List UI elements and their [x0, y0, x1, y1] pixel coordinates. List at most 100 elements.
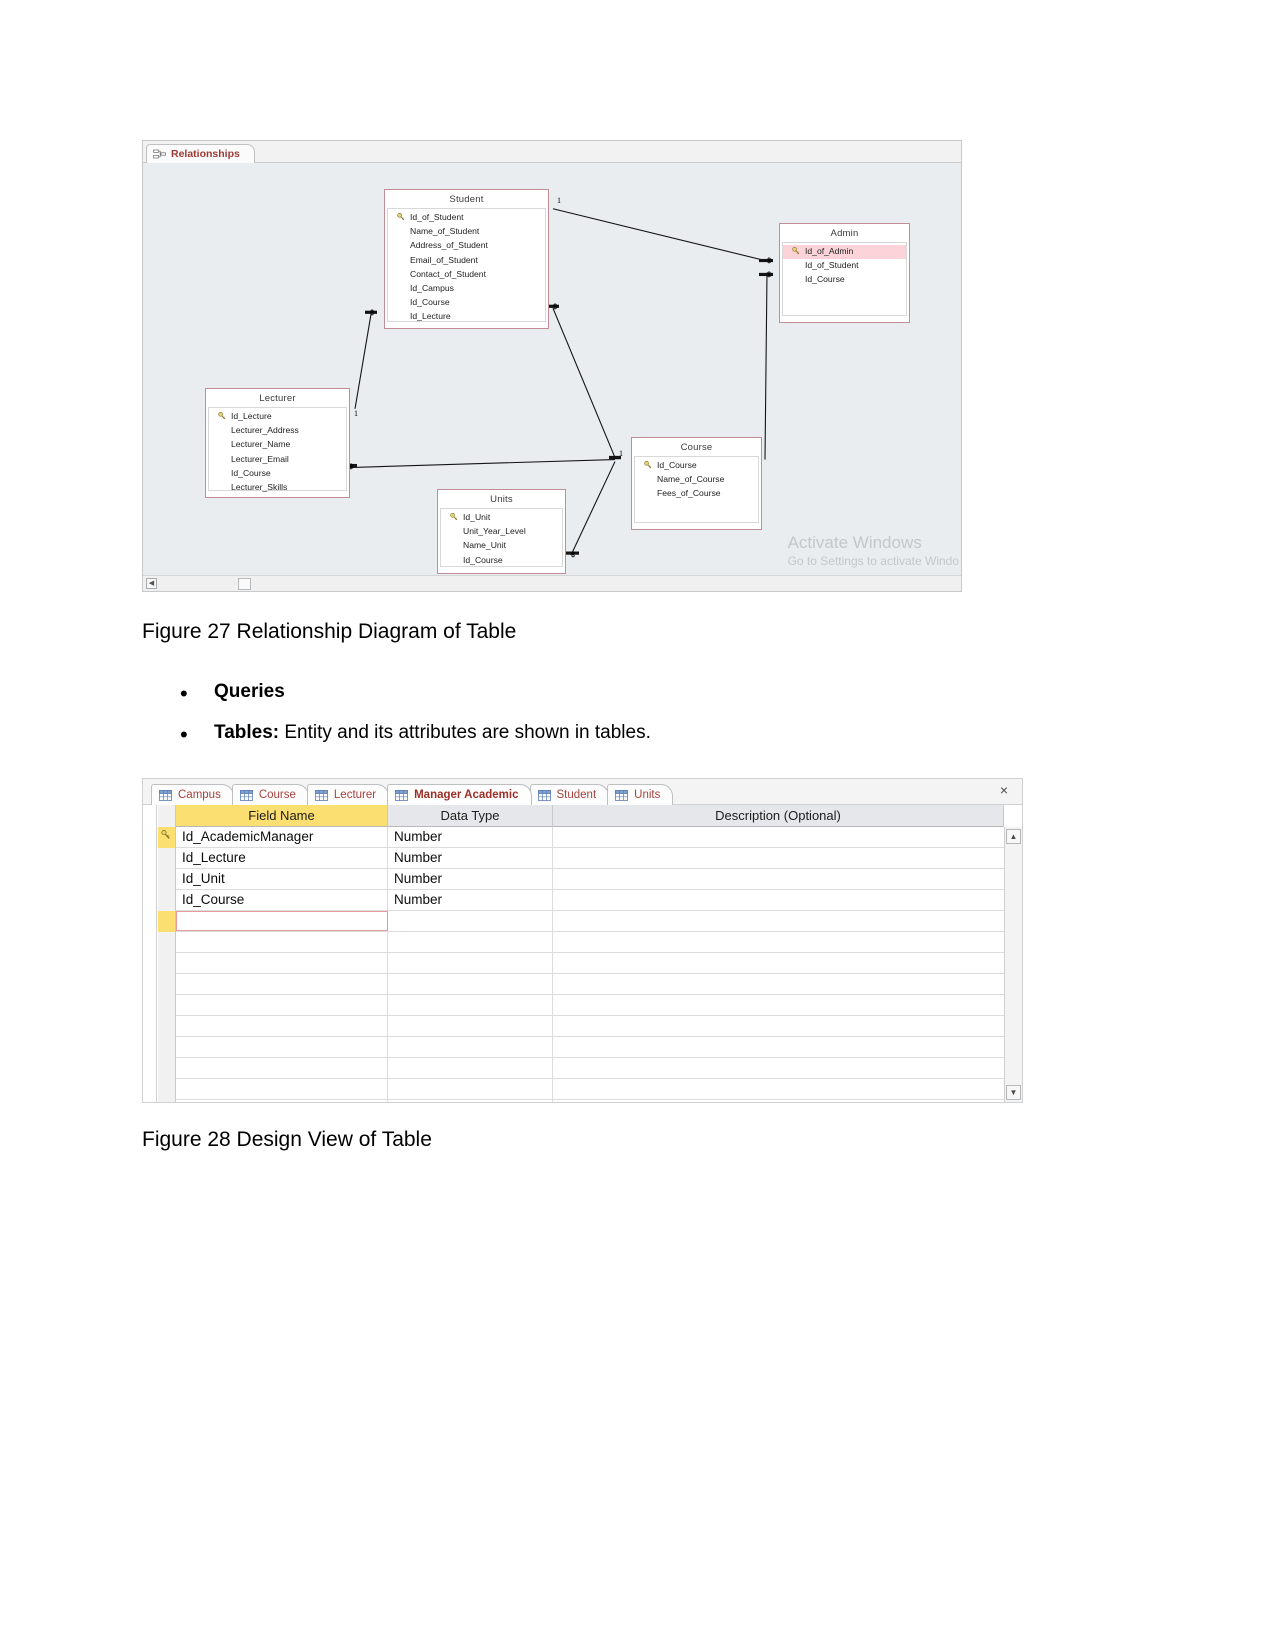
- cell-empty[interactable]: [388, 1058, 553, 1078]
- column-header-field-name[interactable]: Field Name: [176, 805, 388, 827]
- entity-box-admin[interactable]: Admin Id_of_Admin Id_of_Student Id_Cours…: [779, 223, 910, 323]
- scroll-left-arrow-icon[interactable]: ◀: [146, 578, 157, 589]
- table-row-empty[interactable]: [176, 932, 1004, 953]
- close-icon[interactable]: ×: [996, 783, 1012, 799]
- entity-field: Lecturer_Address: [209, 424, 346, 438]
- bullet-dot-icon: •: [180, 681, 188, 706]
- table-row[interactable]: Id_Unit Number: [176, 869, 1004, 890]
- table-row-empty[interactable]: [176, 1079, 1004, 1100]
- cell-empty[interactable]: [553, 1100, 1004, 1102]
- column-header-description[interactable]: Description (Optional): [553, 805, 1004, 827]
- table-row-empty[interactable]: [176, 995, 1004, 1016]
- tab-relationships[interactable]: Relationships: [146, 144, 255, 163]
- cell-empty[interactable]: [553, 1058, 1004, 1078]
- tab-lecturer[interactable]: Lecturer: [306, 784, 390, 805]
- table-row-empty[interactable]: [176, 1100, 1004, 1102]
- entity-field-selected: Id_of_Admin: [783, 245, 906, 260]
- cell-field-name[interactable]: Id_Course: [176, 890, 388, 910]
- cell-description[interactable]: [553, 848, 1004, 868]
- primary-key-icon: [397, 213, 405, 221]
- cell-empty[interactable]: [553, 953, 1004, 973]
- tab-campus[interactable]: Campus: [151, 784, 234, 805]
- entity-field: Lecturer_Name: [209, 438, 346, 452]
- relationships-canvas[interactable]: 1 ∞ ∞ ∞ 1 ∞ ∞ ∞ 1 1 Student Id_of_Studen…: [143, 163, 961, 575]
- cell-empty[interactable]: [553, 995, 1004, 1015]
- relationships-horizontal-scrollbar[interactable]: ◀: [143, 575, 961, 591]
- cell-description[interactable]: [553, 890, 1004, 910]
- cell-field-name[interactable]: Id_Lecture: [176, 848, 388, 868]
- tab-units[interactable]: Units: [607, 784, 674, 805]
- cell-empty[interactable]: [176, 1037, 388, 1057]
- cell-empty[interactable]: [553, 932, 1004, 952]
- cell-field-name[interactable]: Id_Unit: [176, 869, 388, 889]
- scroll-up-arrow-icon[interactable]: ▲: [1006, 829, 1021, 844]
- cell-data-type[interactable]: Number: [388, 848, 553, 868]
- cell-empty[interactable]: [388, 1100, 553, 1102]
- entity-field-label: Fees_of_Course: [657, 488, 721, 499]
- entity-field-label: Id_Lecture: [231, 411, 272, 422]
- cell-data-type-new[interactable]: [388, 911, 553, 931]
- table-row[interactable]: Id_AcademicManager Number: [176, 827, 1004, 848]
- primary-key-icon: [644, 461, 652, 469]
- cell-data-type[interactable]: Number: [388, 890, 553, 910]
- cell-empty[interactable]: [176, 953, 388, 973]
- tab-course[interactable]: Course: [231, 784, 309, 805]
- entity-box-lecturer[interactable]: Lecturer Id_Lecture Lecturer_Address Lec…: [205, 388, 350, 498]
- entity-box-units[interactable]: Units Id_Unit Unit_Year_Level Name_Unit …: [437, 489, 566, 574]
- tab-manager-academic[interactable]: Manager Academic: [387, 784, 532, 805]
- entity-box-student[interactable]: Student Id_of_Student Name_of_Student Ad…: [384, 189, 549, 329]
- cell-description-new[interactable]: [553, 911, 1004, 931]
- table-row[interactable]: Id_Course Number: [176, 890, 1004, 911]
- cell-empty[interactable]: [388, 974, 553, 994]
- cell-empty[interactable]: [388, 1079, 553, 1099]
- cell-field-name[interactable]: Id_AcademicManager: [176, 827, 388, 847]
- cell-data-type[interactable]: Number: [388, 827, 553, 847]
- cell-empty[interactable]: [176, 995, 388, 1015]
- cell-empty[interactable]: [553, 1037, 1004, 1057]
- entity-field: Id_Campus: [388, 281, 545, 295]
- table-row-new[interactable]: [176, 911, 1004, 932]
- table-row-empty[interactable]: [176, 1037, 1004, 1058]
- cell-empty[interactable]: [553, 1016, 1004, 1036]
- scroll-down-arrow-icon[interactable]: ▼: [1006, 1085, 1021, 1100]
- tab-student[interactable]: Student: [529, 784, 610, 805]
- cell-empty[interactable]: [388, 953, 553, 973]
- cell-empty[interactable]: [176, 1058, 388, 1078]
- cell-empty[interactable]: [553, 1079, 1004, 1099]
- entity-field-label: Lecturer_Email: [231, 453, 289, 464]
- cell-description[interactable]: [553, 869, 1004, 889]
- cell-description[interactable]: [553, 827, 1004, 847]
- cell-empty[interactable]: [176, 974, 388, 994]
- cell-empty[interactable]: [388, 995, 553, 1015]
- entity-field-label: Id_Course: [410, 296, 450, 307]
- table-row-empty[interactable]: [176, 1016, 1004, 1037]
- scrollbar-thumb[interactable]: [238, 578, 251, 590]
- cell-empty[interactable]: [388, 932, 553, 952]
- cell-empty[interactable]: [388, 1016, 553, 1036]
- cell-empty[interactable]: [176, 932, 388, 952]
- cell-data-type[interactable]: Number: [388, 869, 553, 889]
- cell-empty[interactable]: [176, 1016, 388, 1036]
- table-icon: [615, 790, 629, 801]
- table-row[interactable]: Id_Lecture Number: [176, 848, 1004, 869]
- primary-key-icon: [218, 412, 226, 420]
- table-row-empty[interactable]: [176, 953, 1004, 974]
- cell-empty[interactable]: [176, 1079, 388, 1099]
- cell-empty[interactable]: [176, 1100, 388, 1102]
- entity-field-label: Contact_of_Student: [410, 268, 486, 279]
- activate-windows-watermark: Activate Windows Go to Settings to activ…: [788, 532, 959, 569]
- vertical-scrollbar[interactable]: ▲ ▼: [1004, 827, 1022, 1102]
- bullet-tables-text: Tables: Entity and its attributes are sh…: [214, 722, 651, 744]
- entity-box-course[interactable]: Course Id_Course Name_of_Course Fees_of_…: [631, 437, 762, 530]
- grid-row-header-column[interactable]: [158, 805, 176, 1102]
- cell-empty[interactable]: [388, 1037, 553, 1057]
- cell-field-name-new[interactable]: [176, 911, 388, 931]
- table-row-empty[interactable]: [176, 1058, 1004, 1079]
- entity-field: Id_Course: [388, 296, 545, 310]
- table-row-empty[interactable]: [176, 974, 1004, 995]
- row-selector-new[interactable]: [158, 911, 176, 932]
- entity-field: Name_Unit: [441, 539, 562, 553]
- tab-relationships-label: Relationships: [171, 148, 240, 160]
- cell-empty[interactable]: [553, 974, 1004, 994]
- column-header-data-type[interactable]: Data Type: [388, 805, 553, 827]
